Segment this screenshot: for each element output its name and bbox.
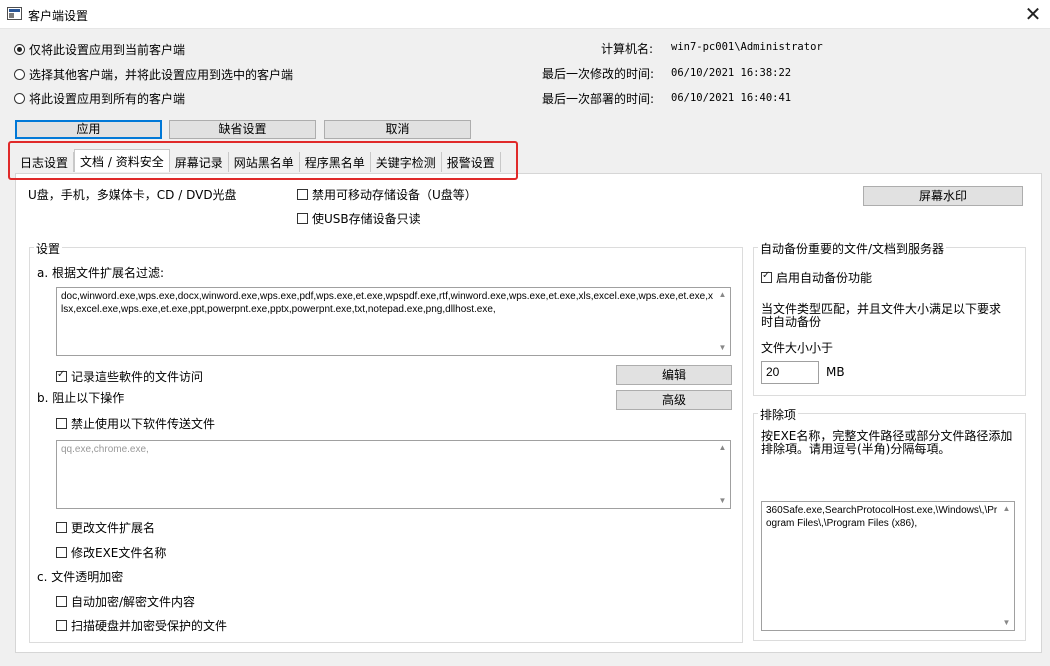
computer-name-label: 计算机名: xyxy=(601,42,654,56)
enable-backup-checkbox[interactable]: 启用自动备份功能 xyxy=(761,268,872,286)
last-modified-value: 06/10/2021 16:38:22 xyxy=(671,67,792,79)
radio-label: 将此设置应用到所有的客户端 xyxy=(29,91,186,106)
scroll-up-icon[interactable]: ▲ xyxy=(999,502,1014,516)
block-transfer-textarea[interactable]: qq.exe,chrome.exe, ▲ ▼ xyxy=(56,440,731,509)
radio-button-icon[interactable] xyxy=(14,92,25,104)
radio-selected-clients[interactable]: 选择其他客户端，并将此设置应用到选中的客户端 xyxy=(14,65,293,83)
checkbox-icon[interactable] xyxy=(56,595,67,607)
title-bar: 客户端设置 ✕ xyxy=(0,0,1050,29)
edit-button[interactable]: 编辑 xyxy=(616,365,732,385)
backup-description: 当文件类型匹配，并且文件大小满足以下要求时自动备份 xyxy=(761,302,1002,329)
computer-name-value: win7-pc001\Administrator xyxy=(671,41,823,53)
cancel-button[interactable]: 取消 xyxy=(324,120,471,139)
file-size-label: 文件大小小于 xyxy=(761,341,834,355)
close-icon[interactable]: ✕ xyxy=(1018,2,1048,26)
radio-label: 仅将此设置应用到当前客户端 xyxy=(29,42,186,57)
last-deployed-label: 最后一次部署的时间: xyxy=(542,92,655,106)
backup-group-title: 自动备份重要的文件/文档到服务器 xyxy=(758,240,947,257)
usb-readonly-checkbox[interactable]: 使USB存储设备只读 xyxy=(297,209,421,227)
media-types-label: U盘，手机，多媒体卡，CD / DVD光盘 xyxy=(28,188,237,202)
default-settings-button[interactable]: 缺省设置 xyxy=(169,120,316,139)
exclusions-text: 360Safe.exe,SearchProtocolHost.exe,\Wind… xyxy=(766,505,998,529)
exclusions-textarea[interactable]: 360Safe.exe,SearchProtocolHost.exe,\Wind… xyxy=(761,501,1015,631)
checkbox-icon[interactable] xyxy=(56,417,67,429)
app-window-icon xyxy=(7,7,22,20)
radio-button-icon[interactable] xyxy=(14,68,25,80)
advanced-button[interactable]: 高级 xyxy=(616,390,732,410)
exclusions-description: 按EXE名称，完整文件路径或部分文件路径添加排除項。请用逗号(半角)分隔每項。 xyxy=(761,429,1013,456)
change-extension-checkbox[interactable]: 更改文件扩展名 xyxy=(56,518,155,536)
scroll-up-icon[interactable]: ▲ xyxy=(715,288,730,302)
checkbox-icon[interactable] xyxy=(297,212,308,224)
checkbox-label: 启用自动备份功能 xyxy=(776,270,873,285)
block-transfer-text: qq.exe,chrome.exe, xyxy=(61,444,149,455)
last-deployed-value: 06/10/2021 16:40:41 xyxy=(671,92,792,104)
exclusions-group-title: 排除项 xyxy=(758,406,799,423)
tab-highlight-annotation xyxy=(8,141,518,180)
radio-current-client[interactable]: 仅将此设置应用到当前客户端 xyxy=(14,40,185,58)
last-modified-label: 最后一次修改的时间: xyxy=(542,67,655,81)
checkbox-label: 禁用可移动存储设备（U盘等） xyxy=(312,187,477,202)
scrollbar[interactable]: ▲ ▼ xyxy=(715,441,730,508)
apply-button[interactable]: 应用 xyxy=(15,120,162,139)
rename-exe-checkbox[interactable]: 修改EXE文件名称 xyxy=(56,543,166,561)
radio-button-icon[interactable] xyxy=(14,43,25,55)
checkbox-icon[interactable] xyxy=(56,546,67,558)
checkbox-checked-icon[interactable] xyxy=(761,270,772,283)
block-transfer-checkbox[interactable]: 禁止使用以下软件传送文件 xyxy=(56,414,215,432)
checkbox-label: 修改EXE文件名称 xyxy=(71,545,167,560)
scroll-up-icon[interactable]: ▲ xyxy=(715,441,730,455)
checkbox-label: 禁止使用以下软件传送文件 xyxy=(71,416,216,431)
checkbox-label: 更改文件扩展名 xyxy=(71,520,156,535)
scroll-down-icon[interactable]: ▼ xyxy=(999,616,1014,630)
filter-label: a. 根据文件扩展名过滤: xyxy=(37,266,165,280)
encryption-label: c. 文件透明加密 xyxy=(37,570,124,584)
checkbox-label: 使USB存储设备只读 xyxy=(312,211,421,226)
checkbox-label: 自动加密/解密文件内容 xyxy=(71,594,196,609)
file-size-unit: MB xyxy=(826,365,845,379)
scan-disk-checkbox[interactable]: 扫描硬盘并加密受保护的文件 xyxy=(56,616,227,634)
window-title: 客户端设置 xyxy=(28,9,89,23)
file-size-input[interactable]: 20 xyxy=(761,361,819,384)
scroll-down-icon[interactable]: ▼ xyxy=(715,494,730,508)
checkbox-icon[interactable] xyxy=(56,619,67,631)
screen-watermark-button[interactable]: 屏幕水印 xyxy=(863,186,1023,206)
checkbox-label: 扫描硬盘并加密受保护的文件 xyxy=(71,618,228,633)
radio-label: 选择其他客户端，并将此设置应用到选中的客户端 xyxy=(29,67,294,82)
checkbox-icon[interactable] xyxy=(56,521,67,533)
scrollbar[interactable]: ▲ ▼ xyxy=(999,502,1014,630)
checkbox-label: 记录這些軟件的文件访问 xyxy=(71,369,204,384)
checkbox-checked-icon[interactable] xyxy=(56,369,67,382)
settings-group-title: 设置 xyxy=(34,240,63,257)
auto-encrypt-checkbox[interactable]: 自动加密/解密文件内容 xyxy=(56,592,195,610)
scrollbar[interactable]: ▲ ▼ xyxy=(715,288,730,355)
record-access-checkbox[interactable]: 记录這些軟件的文件访问 xyxy=(56,367,203,385)
extension-filter-text: doc,winword.exe,wps.exe,docx,winword.exe… xyxy=(61,291,713,315)
extension-filter-textarea[interactable]: doc,winword.exe,wps.exe,docx,winword.exe… xyxy=(56,287,731,356)
checkbox-icon[interactable] xyxy=(297,188,308,200)
block-operations-label: b. 阻止以下操作 xyxy=(37,391,125,405)
disable-removable-checkbox[interactable]: 禁用可移动存储设备（U盘等） xyxy=(297,185,477,203)
radio-all-clients[interactable]: 将此设置应用到所有的客户端 xyxy=(14,89,185,107)
scroll-down-icon[interactable]: ▼ xyxy=(715,341,730,355)
